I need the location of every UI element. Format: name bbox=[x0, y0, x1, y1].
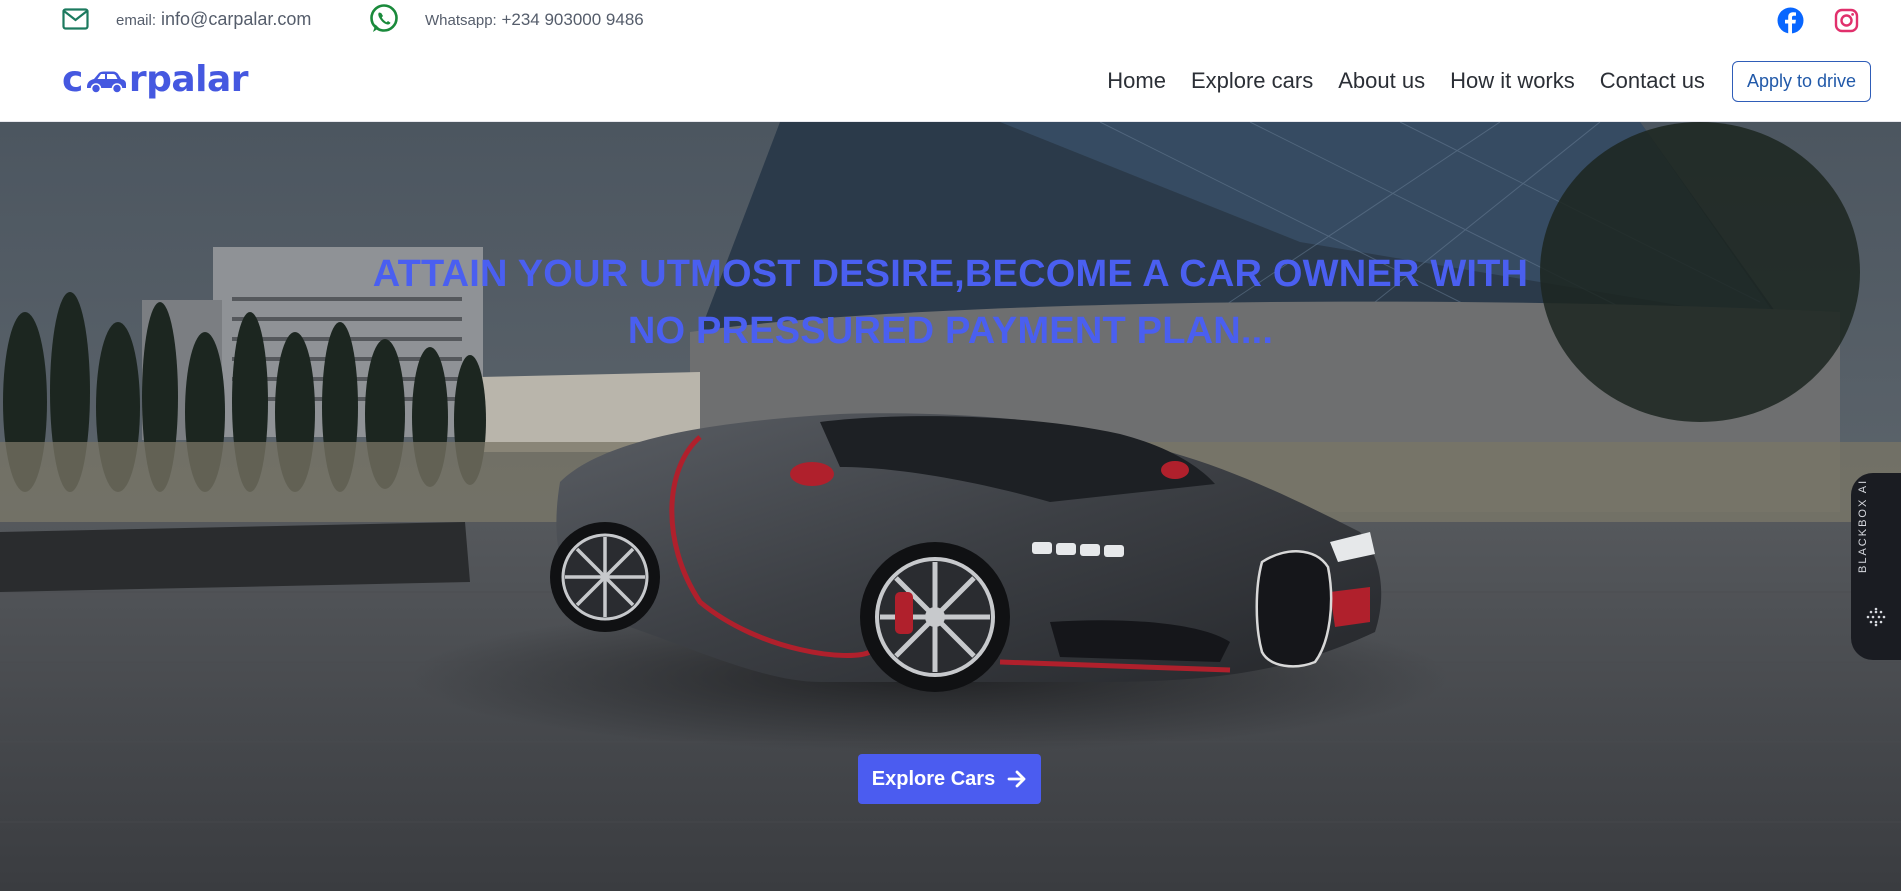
logo-text-start: c bbox=[62, 58, 83, 100]
nav-how-it-works[interactable]: How it works bbox=[1450, 68, 1575, 94]
whatsapp-contact[interactable]: Whatsapp: +234 903000 9486 bbox=[425, 10, 644, 30]
carpalar-logo[interactable]: c rpalar bbox=[62, 54, 249, 104]
hero-headline: ATTAIN YOUR UTMOST DESIRE,BECOME A CAR O… bbox=[0, 246, 1901, 360]
email-address[interactable]: info@carpalar.com bbox=[161, 9, 311, 29]
nav-about-us[interactable]: About us bbox=[1338, 68, 1425, 94]
blackbox-dots-icon bbox=[1866, 607, 1886, 627]
nav-explore-cars[interactable]: Explore cars bbox=[1191, 68, 1313, 94]
envelope-icon[interactable] bbox=[62, 8, 89, 30]
nav-home[interactable]: Home bbox=[1107, 68, 1166, 94]
hero-section: ATTAIN YOUR UTMOST DESIRE,BECOME A CAR O… bbox=[0, 122, 1901, 891]
whatsapp-prefix: Whatsapp: bbox=[425, 12, 497, 29]
main-navbar: c rpalar Home Explore cars About us How … bbox=[0, 40, 1901, 122]
email-prefix: email: bbox=[116, 12, 157, 29]
apply-to-drive-button[interactable]: Apply to drive bbox=[1731, 60, 1871, 102]
nav-menu: Home Explore cars About us How it works … bbox=[1107, 40, 1901, 122]
contact-bar: email: info@carpalar.com Whatsapp: +234 … bbox=[0, 0, 1901, 40]
whatsapp-number[interactable]: +234 903000 9486 bbox=[501, 10, 643, 29]
whatsapp-icon[interactable] bbox=[368, 3, 400, 35]
explore-cars-label: Explore Cars bbox=[871, 767, 996, 790]
logo-text-end: rpalar bbox=[128, 58, 249, 100]
blackbox-ai-label: BLACKBOX AI bbox=[1857, 478, 1869, 573]
instagram-icon[interactable] bbox=[1834, 8, 1859, 33]
hero-headline-line1: ATTAIN YOUR UTMOST DESIRE,BECOME A CAR O… bbox=[372, 253, 1529, 295]
explore-cars-button[interactable]: Explore Cars bbox=[858, 754, 1041, 804]
facebook-icon[interactable] bbox=[1777, 7, 1804, 34]
car-logo-icon bbox=[86, 71, 126, 94]
arrow-right-icon bbox=[1007, 770, 1026, 788]
nav-contact-us[interactable]: Contact us bbox=[1600, 68, 1705, 94]
blackbox-ai-tab[interactable]: BLACKBOX AI bbox=[1851, 473, 1901, 660]
email-contact[interactable]: email: info@carpalar.com bbox=[116, 9, 311, 30]
hero-headline-line2: NO PRESSURED PAYMENT PLAN... bbox=[627, 310, 1274, 352]
